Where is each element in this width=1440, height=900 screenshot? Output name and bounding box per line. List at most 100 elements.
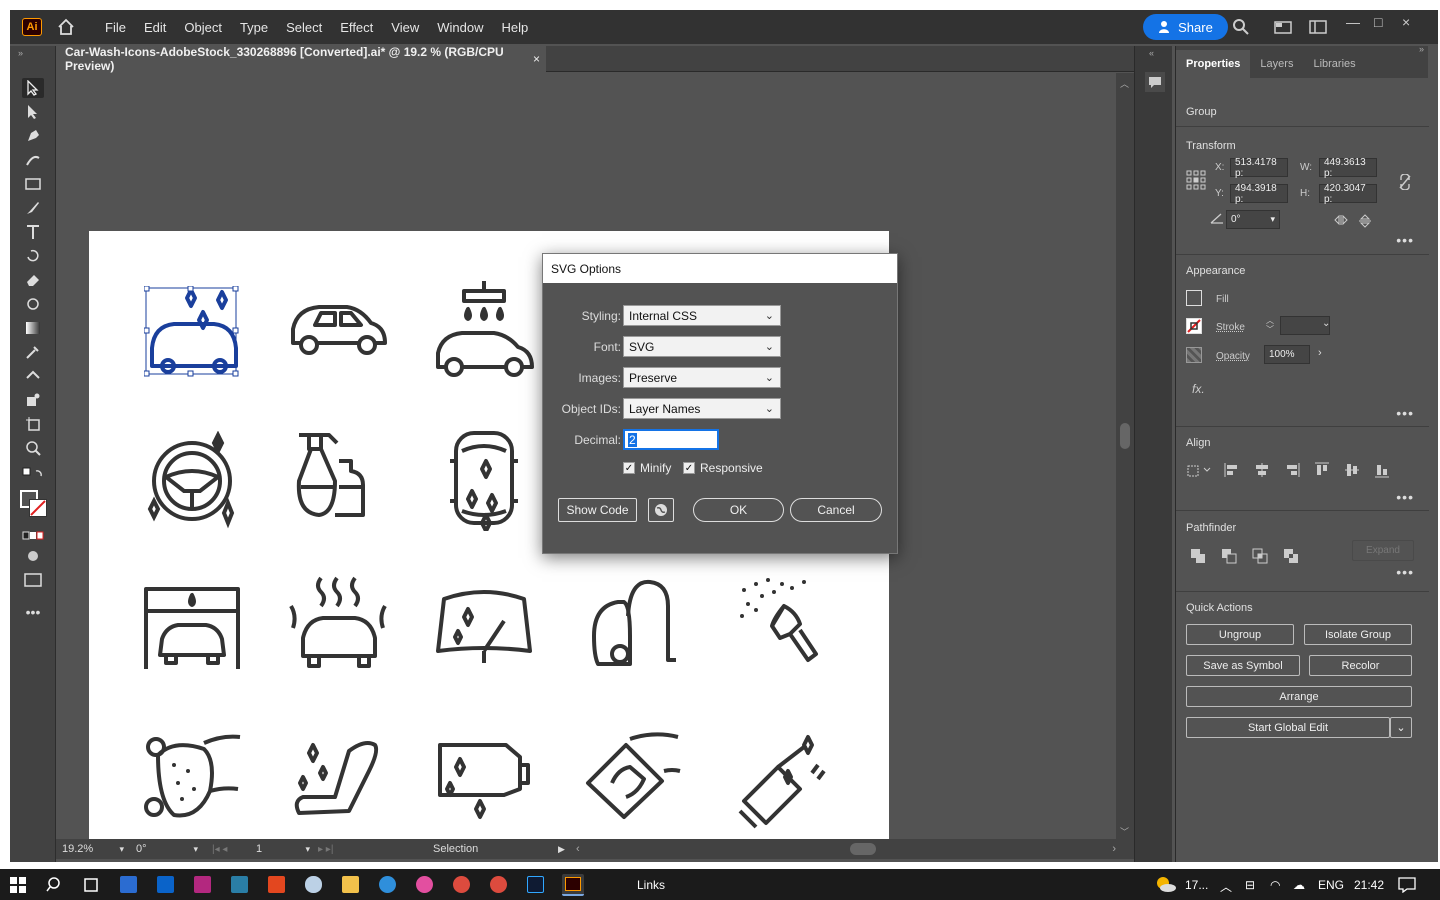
- store-app-icon[interactable]: [120, 876, 137, 893]
- sponge-foam-icon[interactable]: [144, 731, 244, 831]
- edge-browser-icon[interactable]: [379, 876, 396, 893]
- car-shine-icon[interactable]: [144, 286, 244, 386]
- menu-window[interactable]: Window: [428, 20, 492, 35]
- y-field[interactable]: 494.3918 p:: [1230, 183, 1288, 205]
- rotation-dropdown-icon[interactable]: ▾: [193, 844, 198, 855]
- images-select[interactable]: Preserve ⌄: [623, 367, 781, 388]
- web-preview-button[interactable]: [648, 498, 674, 522]
- ungroup-button[interactable]: Ungroup: [1186, 624, 1294, 645]
- weather-icon[interactable]: [1154, 875, 1176, 896]
- eyedropper-tool-icon[interactable]: [22, 342, 44, 362]
- show-code-button[interactable]: Show Code: [558, 498, 637, 522]
- collapse-panel-icon[interactable]: »: [1419, 44, 1424, 54]
- close-window-icon[interactable]: ×: [1402, 14, 1410, 30]
- windows-start-icon[interactable]: [10, 877, 26, 896]
- constrain-proportions-icon[interactable]: [1398, 173, 1412, 193]
- tab-layers[interactable]: Layers: [1250, 50, 1303, 78]
- illustrator-taskbar-icon[interactable]: [562, 874, 584, 896]
- car-top-view-icon[interactable]: [434, 431, 534, 531]
- photos-app-icon[interactable]: [231, 876, 248, 893]
- onedrive-app-icon[interactable]: [305, 876, 322, 893]
- itunes-app-icon[interactable]: [416, 876, 433, 893]
- workspace-switcher-icon[interactable]: [1309, 18, 1327, 36]
- artboard-tool-icon[interactable]: [22, 414, 44, 434]
- status-menu-icon[interactable]: ▶: [558, 842, 568, 856]
- expand-button[interactable]: Expand: [1352, 540, 1414, 561]
- styling-select[interactable]: Internal CSS ⌄: [623, 305, 781, 326]
- pathfinder-more-options-icon[interactable]: •••: [1396, 564, 1414, 580]
- curvature-tool-icon[interactable]: [22, 150, 44, 170]
- home-icon[interactable]: [56, 17, 76, 37]
- tab-properties[interactable]: Properties: [1176, 50, 1251, 78]
- appearance-more-options-icon[interactable]: •••: [1396, 405, 1414, 421]
- stroke-swatch[interactable]: [1186, 318, 1202, 334]
- chrome-browser-icon-2[interactable]: [490, 876, 507, 893]
- menu-edit[interactable]: Edit: [135, 20, 175, 35]
- artboard-number-field[interactable]: 1 ▾: [256, 842, 310, 856]
- squeegee-icon[interactable]: [734, 731, 834, 831]
- task-view-icon[interactable]: [82, 876, 100, 897]
- shape-builder-tool-icon[interactable]: [22, 366, 44, 386]
- eraser-tool-icon[interactable]: [22, 270, 44, 290]
- maximize-icon[interactable]: □: [1374, 14, 1382, 30]
- recolor-button[interactable]: Recolor: [1309, 655, 1412, 676]
- clock[interactable]: 21:42: [1354, 878, 1384, 892]
- comments-icon[interactable]: [1145, 72, 1165, 92]
- type-tool-icon[interactable]: [22, 222, 44, 242]
- stroke-label[interactable]: Stroke: [1216, 322, 1245, 333]
- opacity-label[interactable]: Opacity: [1216, 351, 1250, 362]
- taskbar-links-label[interactable]: Links: [637, 878, 665, 892]
- transform-more-options-icon[interactable]: •••: [1396, 232, 1414, 248]
- car-seat-icon[interactable]: [289, 731, 389, 831]
- car-shower-icon[interactable]: [434, 279, 534, 379]
- rotate-angle-field[interactable]: 0° ▾: [1226, 210, 1280, 229]
- show-hidden-icons-icon[interactable]: ︿: [1220, 878, 1232, 895]
- wifi-icon[interactable]: ◠: [1270, 878, 1280, 892]
- angle-dropdown-icon[interactable]: ▾: [1270, 214, 1275, 225]
- vertical-scroll-thumb[interactable]: [1120, 423, 1130, 449]
- fx-icon[interactable]: fx.: [1192, 382, 1205, 396]
- file-explorer-icon[interactable]: [342, 876, 359, 893]
- notifications-icon[interactable]: [1398, 877, 1416, 896]
- office-app-icon[interactable]: [268, 876, 285, 893]
- isolate-group-button[interactable]: Isolate Group: [1304, 624, 1412, 645]
- object-ids-select[interactable]: Layer Names ⌄: [623, 398, 781, 419]
- car-icon[interactable]: [289, 281, 389, 381]
- zoom-dropdown-icon[interactable]: ▾: [119, 844, 124, 855]
- scroll-down-icon[interactable]: ﹀: [1120, 825, 1129, 838]
- zoom-tool-icon[interactable]: [22, 438, 44, 458]
- artboard-nav-next-icon[interactable]: ▸ ▸|: [318, 842, 358, 856]
- menu-type[interactable]: Type: [231, 20, 277, 35]
- stroke-stepper-icon[interactable]: ︿ ﹀: [1266, 316, 1274, 334]
- menu-file[interactable]: File: [96, 20, 135, 35]
- pen-tool-icon[interactable]: [22, 126, 44, 146]
- language-indicator[interactable]: ENG: [1318, 878, 1344, 892]
- save-as-symbol-button[interactable]: Save as Symbol: [1186, 655, 1300, 676]
- w-field[interactable]: 449.3613 p:: [1319, 157, 1377, 179]
- pathfinder-exclude-icon[interactable]: [1283, 548, 1299, 567]
- font-select[interactable]: SVG ⌄: [623, 336, 781, 357]
- fill-swatch[interactable]: [1186, 290, 1202, 306]
- menu-help[interactable]: Help: [492, 20, 537, 35]
- gradient-tool-icon[interactable]: [22, 318, 44, 338]
- global-edit-options-icon[interactable]: ⌄: [1390, 717, 1412, 738]
- minify-checkbox[interactable]: ✓ Minify: [623, 461, 671, 475]
- scroll-right-icon[interactable]: ›: [1112, 843, 1116, 855]
- screen-mode-icon[interactable]: [22, 570, 44, 590]
- spray-bottles-icon[interactable]: [289, 431, 389, 531]
- mail-app-icon[interactable]: [157, 876, 174, 893]
- rectangle-tool-icon[interactable]: [22, 174, 44, 194]
- tab-libraries[interactable]: Libraries: [1303, 50, 1365, 78]
- menu-effect[interactable]: Effect: [331, 20, 382, 35]
- default-colors-icon[interactable]: [22, 464, 44, 484]
- align-top-icon[interactable]: [1314, 462, 1330, 481]
- reference-point-icon[interactable]: [1186, 170, 1206, 190]
- align-left-icon[interactable]: [1224, 462, 1240, 481]
- artboard-nav-prev-icon[interactable]: |◂ ◂: [212, 842, 252, 856]
- draw-mode-icon[interactable]: [22, 546, 44, 566]
- rotate-tool-icon[interactable]: [22, 246, 44, 266]
- steering-wheel-icon[interactable]: [144, 431, 244, 531]
- horizontal-scrollbar[interactable]: ‹ ›: [576, 842, 1116, 856]
- width-tool-icon[interactable]: [22, 294, 44, 314]
- horizontal-scroll-thumb[interactable]: [850, 843, 876, 855]
